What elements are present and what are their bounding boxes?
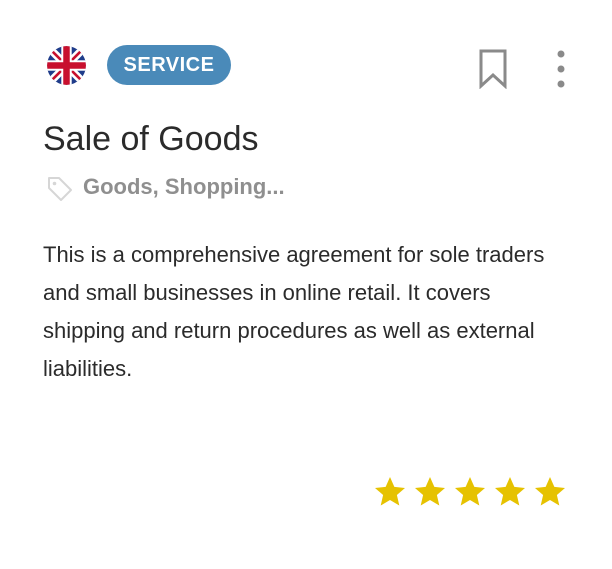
star-rating <box>372 474 572 510</box>
star-icon <box>492 474 528 510</box>
star-icon <box>412 474 448 510</box>
more-vertical-icon[interactable] <box>548 48 574 90</box>
tag-icon <box>46 174 74 202</box>
uk-flag-icon <box>47 46 86 85</box>
star-icon <box>372 474 408 510</box>
template-card[interactable]: SERVICE Sale of Goods Goods, Shopping...… <box>0 0 612 569</box>
star-icon <box>452 474 488 510</box>
bookmark-icon[interactable] <box>478 49 508 89</box>
card-tags: Goods, Shopping... <box>83 174 285 199</box>
card-title[interactable]: Sale of Goods <box>43 117 258 161</box>
card-description: This is a comprehensive agreement for so… <box>43 242 545 381</box>
category-badge: SERVICE <box>107 45 231 85</box>
star-icon <box>532 474 568 510</box>
